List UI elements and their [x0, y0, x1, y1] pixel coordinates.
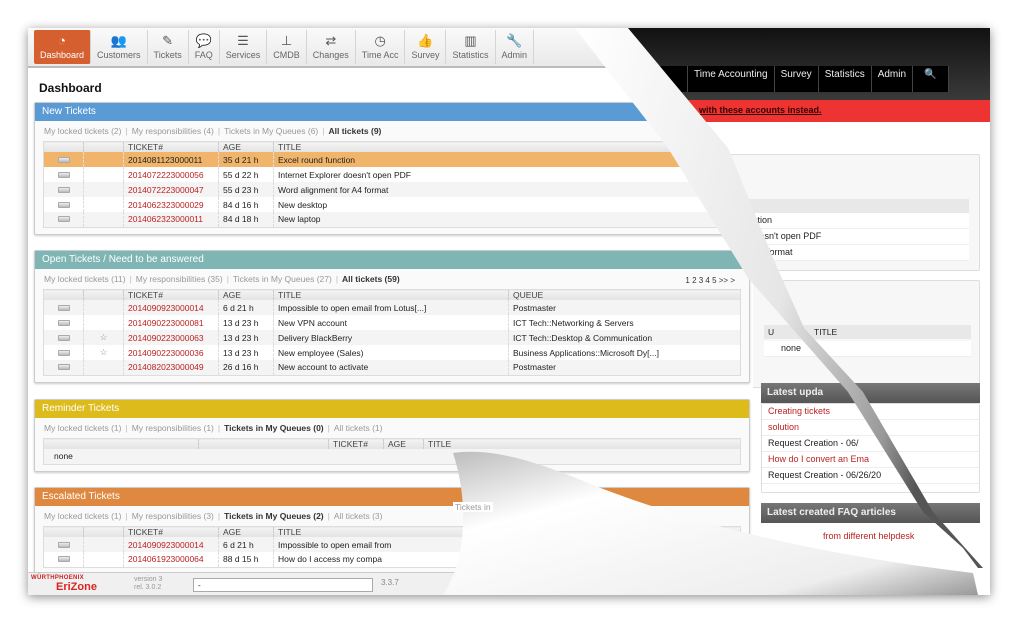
app-window: ◔ Dashboard 👥 Customers ✎ Tickets 💬 FAQ ☰ Service… [28, 28, 990, 595]
curl-flap-bottom [443, 451, 978, 595]
under-page-tickets-in: Tickets in [453, 502, 493, 512]
curl-flap-top [575, 28, 983, 568]
page-curl [443, 28, 983, 595]
